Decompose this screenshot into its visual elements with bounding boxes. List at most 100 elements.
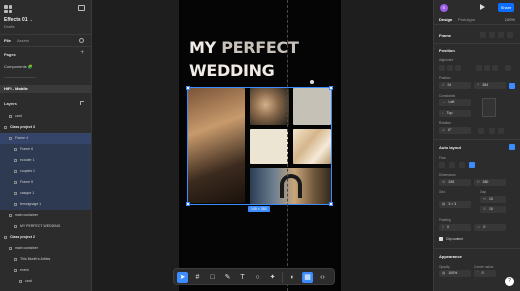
present-play-icon[interactable] (480, 4, 485, 10)
divider (434, 248, 520, 249)
layer-row[interactable]: Frame 5 (0, 177, 91, 188)
help-button[interactable]: ? (505, 277, 514, 286)
figma-menu-icon[interactable] (4, 5, 12, 13)
layer-row[interactable]: casque 1 (0, 188, 91, 199)
padding-horizontal-field[interactable]: ▯ 0 (439, 224, 471, 231)
align-top-icon[interactable] (476, 65, 482, 71)
align-right-icon[interactable] (455, 65, 461, 71)
distribute-icon[interactable] (505, 65, 511, 71)
component-icon[interactable] (480, 32, 486, 38)
frame-tool-icon[interactable]: # (192, 272, 203, 283)
rotation-field[interactable]: ∠ 0° (439, 127, 471, 134)
y-field[interactable]: Y 284 (474, 82, 506, 89)
crop-icon[interactable] (507, 32, 513, 38)
layer-row[interactable]: This Month's Artists (0, 254, 91, 265)
layer-row[interactable]: Frame 6 (0, 144, 91, 155)
mobile-frame[interactable]: MY PERFECT WEDDING 145 × 280 (179, 0, 341, 291)
add-page-icon[interactable]: + (80, 50, 84, 56)
tab-design[interactable]: Design (439, 17, 452, 22)
constraint-vertical[interactable]: ↕ Top (439, 110, 471, 117)
layer-row[interactable]: ecouter 1 (0, 155, 91, 166)
frame-icon (14, 202, 17, 206)
resize-handle-tr[interactable] (329, 86, 333, 90)
layer-row[interactable]: card (0, 276, 91, 287)
padding-vertical-field[interactable]: ▭ 0 (474, 224, 506, 231)
layer-row[interactable]: main container (0, 210, 91, 221)
corner-radius-icon: ⌜ (477, 271, 479, 275)
guide-line (287, 0, 288, 291)
flip-horizontal-icon[interactable] (489, 128, 495, 134)
resize-handle-tl[interactable] (186, 86, 190, 90)
pen-tool-icon[interactable]: ✎ (222, 272, 233, 283)
layer-row[interactable]: Class project 2 (0, 232, 91, 243)
w-prefix: W (442, 180, 446, 184)
gap-horizontal-field[interactable]: ⇹ 10 (480, 196, 506, 203)
align-left-icon[interactable] (439, 65, 445, 71)
opacity-field[interactable]: ▩ 100% (439, 270, 471, 277)
x-field[interactable]: X 24 (439, 82, 471, 89)
constraint-horizontal[interactable]: ↔ Left (439, 99, 471, 106)
rotate-icon[interactable] (478, 128, 484, 134)
gap-vertical-field[interactable]: ⇵ 10 (480, 206, 506, 213)
layer-row[interactable]: main container (0, 243, 91, 254)
height-field[interactable]: H 280 (474, 179, 506, 186)
move-tool-icon[interactable]: ➤ (177, 272, 188, 283)
flow-wrap-icon[interactable] (459, 162, 465, 168)
rotation-label: Rotation (439, 121, 451, 125)
width-field[interactable]: W 245 (439, 179, 471, 186)
layer-row[interactable]: Class project 3 (0, 122, 91, 133)
align-center-h-icon[interactable] (447, 65, 453, 71)
zoom-level[interactable]: 100% (505, 17, 515, 22)
auto-layout-toggle-icon[interactable] (509, 144, 515, 150)
tab-assets[interactable]: Assets (17, 38, 29, 43)
layer-row[interactable]: MY PERFECT WEDDING (0, 221, 91, 232)
boolean-icon[interactable] (498, 32, 504, 38)
align-bottom-icon[interactable] (492, 65, 498, 71)
tab-prototype[interactable]: Prototype (458, 17, 475, 22)
file-name[interactable]: Effects 01 ⌄ (4, 17, 33, 23)
comment-tool-icon[interactable]: ○ (252, 272, 263, 283)
layer-row[interactable]: couples 1 (0, 166, 91, 177)
y-value: 284 (482, 83, 489, 87)
chevron-down-icon[interactable]: ⌄ (30, 17, 33, 22)
horizontal-constraint-icon: ↔ (442, 100, 446, 104)
toggle-sidebar-icon[interactable] (78, 5, 85, 11)
tab-file[interactable]: File (4, 38, 11, 43)
layer-row[interactable]: Frame 4 (0, 133, 91, 144)
align-center-v-icon[interactable] (484, 65, 490, 71)
constraint-widget[interactable] (482, 98, 496, 117)
rotation-handle[interactable] (310, 80, 314, 84)
layer-row[interactable]: event (0, 265, 91, 276)
dev-mode-icon[interactable]: ▦ (302, 272, 313, 283)
clip-content-checkbox[interactable] (439, 237, 443, 241)
page-item-hifi-mobile[interactable]: HiFi - Mobile (0, 85, 91, 93)
flow-vertical-icon[interactable] (439, 162, 445, 168)
constraint-v-value: Top (446, 111, 453, 115)
shape-tool-icon[interactable]: □ (207, 272, 218, 283)
flip-vertical-icon[interactable] (498, 128, 504, 134)
layer-row[interactable]: card (0, 111, 91, 122)
share-button[interactable]: Share (498, 3, 514, 12)
code-icon[interactable]: ‹› (317, 272, 328, 283)
flow-grid-icon[interactable] (469, 162, 475, 168)
grid-field[interactable]: ▦ 3 × 3 (439, 201, 471, 208)
layers-collapse-icon[interactable] (80, 101, 84, 105)
corner-radius-field[interactable]: ⌜ 0 (474, 270, 496, 277)
search-icon[interactable] (79, 38, 84, 43)
flow-horizontal-icon[interactable] (449, 162, 455, 168)
design-mode-icon[interactable]: ◐ (287, 272, 298, 283)
page-item-divider[interactable]: ———————— (4, 74, 36, 79)
text-tool-icon[interactable]: T (237, 272, 248, 283)
frame-type-label[interactable]: Frame (439, 33, 451, 38)
actions-tool-icon[interactable]: ✦ (267, 272, 278, 283)
resize-handle-br[interactable] (329, 202, 333, 206)
position-link-icon[interactable] (509, 83, 515, 89)
mask-icon[interactable] (489, 32, 495, 38)
layer-row[interactable]: temoignage 1 (0, 199, 91, 210)
resize-handle-bl[interactable] (186, 202, 190, 206)
wedding-title[interactable]: MY PERFECT WEDDING (189, 36, 299, 82)
selection-box[interactable] (186, 86, 333, 206)
canvas[interactable]: MY PERFECT WEDDING 145 × 280 ➤ # □ ✎ T ○… (92, 0, 433, 291)
avatar[interactable]: E (440, 4, 448, 12)
page-item-components[interactable]: Components 🧩 (4, 64, 33, 69)
